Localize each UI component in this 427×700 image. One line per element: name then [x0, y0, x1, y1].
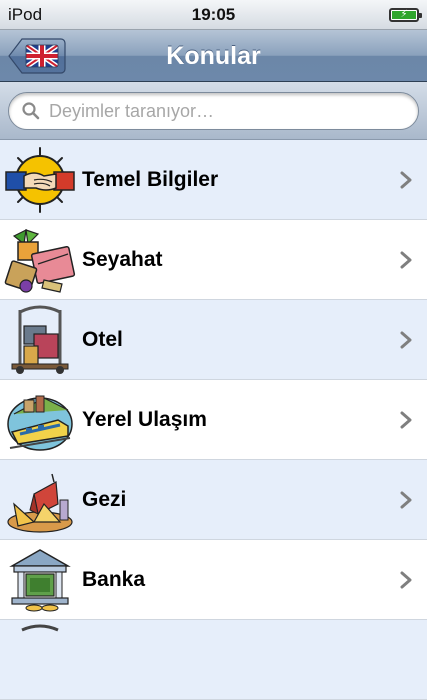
- bank-building-icon: [9, 548, 71, 611]
- chevron-right-icon: [400, 571, 412, 588]
- search-bar: [0, 82, 427, 140]
- list-item-label: Otel: [82, 327, 123, 351]
- list-item-temel-bilgiler[interactable]: Temel Bilgiler: [0, 140, 427, 220]
- navigation-bar: Konular: [0, 30, 427, 82]
- chevron-right-icon: [400, 411, 412, 428]
- chevron-right-icon: [400, 491, 412, 508]
- list-item-seyahat[interactable]: Seyahat: [0, 220, 427, 300]
- page-title: Konular: [166, 42, 261, 70]
- list-item-yerel-ulasim[interactable]: Yerel Ulaşım: [0, 380, 427, 460]
- list-item-banka[interactable]: Banka: [0, 540, 427, 620]
- list-item-label: Yerel Ulaşım: [82, 407, 207, 431]
- carrier-label: iPod: [8, 4, 43, 24]
- battery-icon: ⚡: [389, 7, 422, 22]
- list-item-partial[interactable]: [0, 620, 427, 700]
- status-time: 19:05: [191, 4, 236, 24]
- list-item-gezi[interactable]: Gezi: [0, 460, 427, 540]
- search-field[interactable]: [8, 92, 419, 130]
- local-transport-train-icon: [7, 395, 73, 451]
- hotel-luggage-cart-icon: [11, 305, 69, 374]
- charging-bolt-icon: ⚡: [400, 8, 408, 20]
- topic-list: Temel Bilgiler Seyahat Otel Yerel Ulaşım…: [0, 140, 427, 700]
- list-item-otel[interactable]: Otel: [0, 300, 427, 380]
- list-item-label: Seyahat: [82, 247, 163, 271]
- chevron-right-icon: [400, 331, 412, 348]
- chevron-right-icon: [400, 171, 412, 188]
- list-item-label: Gezi: [82, 487, 127, 511]
- sightseeing-landmarks-icon: [7, 473, 73, 533]
- status-bar: iPod 19:05 ⚡: [0, 0, 427, 30]
- list-item-label: Temel Bilgiler: [82, 167, 219, 191]
- partial-topic-icon: [21, 624, 59, 631]
- travel-luggage-icon: [4, 228, 76, 293]
- chevron-right-icon: [400, 251, 412, 268]
- handshake-icon: [5, 146, 75, 213]
- list-item-label: Banka: [82, 567, 146, 591]
- search-icon: [22, 102, 40, 120]
- search-input[interactable]: [49, 100, 418, 122]
